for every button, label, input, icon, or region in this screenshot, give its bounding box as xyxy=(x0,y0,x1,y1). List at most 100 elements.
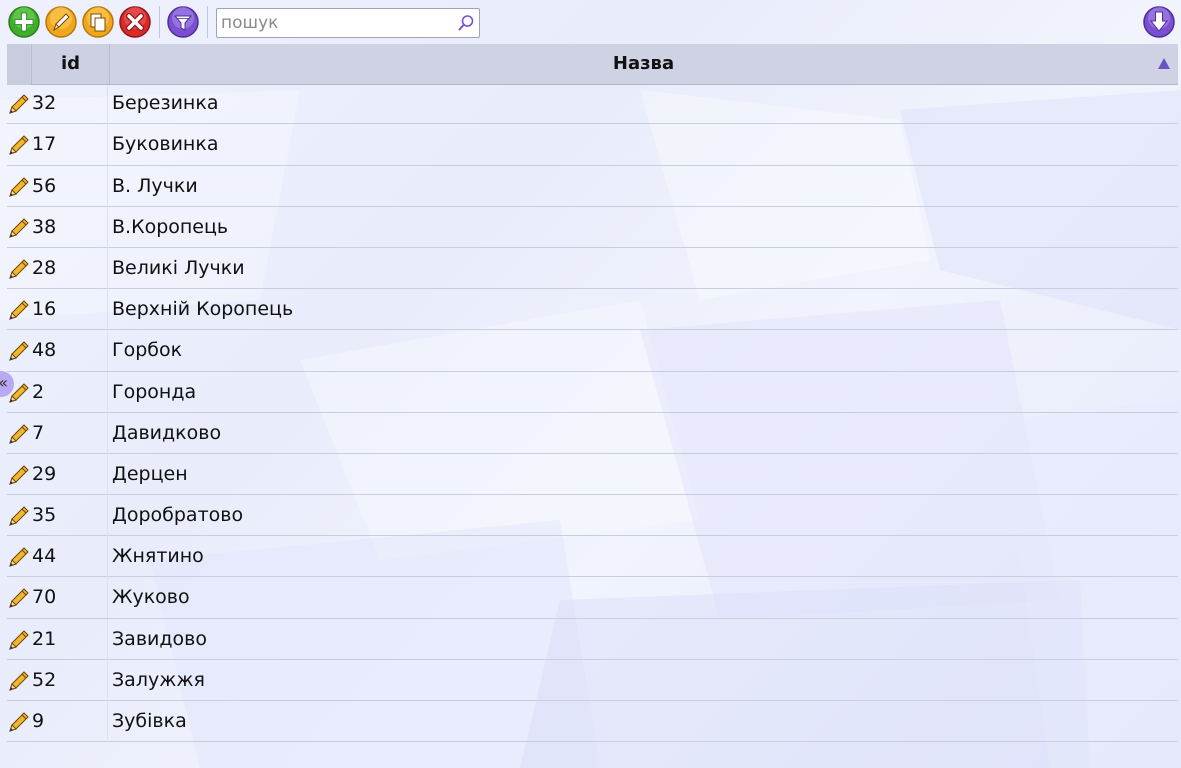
row-id: 44 xyxy=(32,545,57,568)
add-button[interactable] xyxy=(8,6,40,38)
row-id: 32 xyxy=(32,92,57,115)
row-id: 29 xyxy=(32,462,57,485)
pencil-icon xyxy=(45,6,77,38)
row-id: 28 xyxy=(32,256,57,279)
column-divider xyxy=(107,165,108,207)
pencil-icon[interactable] xyxy=(8,299,30,321)
download-button[interactable] xyxy=(1143,6,1175,38)
copy-button[interactable] xyxy=(82,6,114,38)
table-row[interactable]: 21 Завидово xyxy=(7,618,1178,660)
pencil-icon[interactable] xyxy=(8,258,30,280)
column-divider xyxy=(107,85,108,125)
row-name: Буковинка xyxy=(112,133,219,156)
row-name: Зубівка xyxy=(112,710,187,732)
row-id: 21 xyxy=(32,627,57,650)
row-name: Жуково xyxy=(112,586,190,609)
table-row[interactable]: 7 Давидково xyxy=(7,412,1178,454)
column-divider xyxy=(107,577,108,619)
row-name: Завидово xyxy=(112,627,207,650)
row-name: В.Коропець xyxy=(112,215,229,238)
table-body: 19Барбово32Березинка17Буковинка56В. Лучк… xyxy=(7,85,1178,768)
row-name: Березинка xyxy=(112,92,219,115)
row-id: 52 xyxy=(32,668,57,691)
table-row[interactable]: 44 Жнятино xyxy=(7,536,1178,578)
column-divider xyxy=(107,289,108,331)
pencil-icon[interactable] xyxy=(8,670,30,692)
toolbar-separator xyxy=(207,6,208,38)
row-name: Великі Лучки xyxy=(112,256,245,279)
column-divider xyxy=(107,659,108,701)
row-id: 35 xyxy=(32,504,57,527)
pencil-icon[interactable] xyxy=(8,217,30,239)
column-divider xyxy=(107,536,108,578)
toolbar xyxy=(0,0,1181,44)
pencil-icon[interactable] xyxy=(8,176,30,198)
close-icon xyxy=(119,6,151,38)
table-row[interactable]: 48 Горбок xyxy=(7,330,1178,372)
table-row[interactable]: 38 В.Коропець xyxy=(7,206,1178,248)
table-row[interactable]: 70 Жуково xyxy=(7,577,1178,619)
row-id: 16 xyxy=(32,298,57,321)
column-header-id[interactable]: id xyxy=(31,44,110,84)
search-input[interactable] xyxy=(221,11,453,35)
pencil-icon[interactable] xyxy=(8,423,30,445)
pencil-icon[interactable] xyxy=(8,464,30,486)
header-edit-column xyxy=(7,44,30,85)
pencil-icon[interactable] xyxy=(8,711,30,733)
row-name: Верхній Коропець xyxy=(112,298,294,321)
table-row[interactable]: 17 Буковинка xyxy=(7,124,1178,166)
row-id: 2 xyxy=(32,380,45,403)
table-row[interactable]: 29 Дерцен xyxy=(7,453,1178,496)
search-icon[interactable] xyxy=(457,14,475,32)
edit-button[interactable] xyxy=(45,6,77,38)
row-id: 9 xyxy=(32,710,45,732)
pencil-icon[interactable] xyxy=(8,93,30,115)
arrow-down-icon xyxy=(1143,6,1175,38)
row-name: Горбок xyxy=(112,339,183,362)
row-name: Жнятино xyxy=(112,545,204,568)
column-divider xyxy=(107,453,108,495)
row-id: 48 xyxy=(32,339,57,362)
filter-icon xyxy=(167,6,199,38)
row-name: В. Лучки xyxy=(112,174,198,197)
row-name: Давидково xyxy=(112,421,222,444)
delete-button[interactable] xyxy=(119,6,151,38)
table-row[interactable]: 35 Доробратово xyxy=(7,495,1178,537)
pencil-icon[interactable] xyxy=(8,629,30,651)
row-id: 56 xyxy=(32,174,57,197)
table-row[interactable]: 9 Зубівка xyxy=(7,701,1178,743)
row-id: 38 xyxy=(32,215,57,238)
column-divider xyxy=(107,124,108,166)
table-row[interactable]: 52 Залужжя xyxy=(7,659,1178,701)
table-rows: 19Барбово32Березинка17Буковинка56В. Лучк… xyxy=(7,85,1178,743)
row-name: Залужжя xyxy=(112,668,205,691)
table-row[interactable]: 56 В. Лучки xyxy=(7,165,1178,207)
search-box xyxy=(216,8,480,38)
column-divider xyxy=(107,330,108,372)
filter-button[interactable] xyxy=(167,6,199,38)
column-divider xyxy=(107,206,108,248)
pencil-icon[interactable] xyxy=(8,340,30,362)
column-divider xyxy=(107,412,108,454)
table-row[interactable]: 28 Великі Лучки xyxy=(7,247,1178,290)
pencil-icon[interactable] xyxy=(8,505,30,527)
sort-ascending-icon[interactable] xyxy=(1158,58,1170,69)
row-name: Горонда xyxy=(112,380,197,403)
row-name: Доробратово xyxy=(112,504,244,527)
pencil-icon[interactable] xyxy=(8,134,30,156)
column-header-name[interactable]: Назва xyxy=(109,44,1178,84)
plus-icon xyxy=(8,6,40,38)
toolbar-separator xyxy=(159,6,160,38)
row-id: 7 xyxy=(32,421,45,444)
copy-icon xyxy=(82,6,114,38)
row-name: Дерцен xyxy=(112,462,188,485)
column-divider xyxy=(107,701,108,742)
row-id: 70 xyxy=(32,586,57,609)
table-row[interactable]: 16 Верхній Коропець xyxy=(7,289,1178,331)
column-divider xyxy=(107,618,108,660)
pencil-icon[interactable] xyxy=(8,546,30,568)
column-divider xyxy=(107,247,108,289)
table-row[interactable]: 32 Березинка xyxy=(7,85,1178,125)
pencil-icon[interactable] xyxy=(8,587,30,609)
table-row[interactable]: 2 Горонда xyxy=(7,371,1178,413)
